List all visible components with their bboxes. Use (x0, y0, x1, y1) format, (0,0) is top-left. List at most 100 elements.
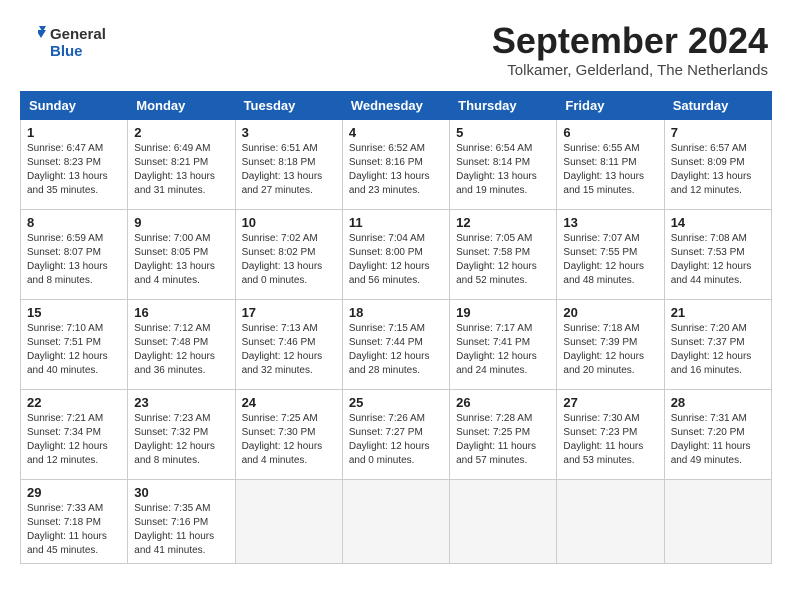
day-info: Sunrise: 7:07 AMSunset: 7:55 PMDaylight:… (563, 232, 657, 288)
day-number: 23 (134, 395, 228, 410)
day-info: Sunrise: 7:12 AMSunset: 7:48 PMDaylight:… (134, 322, 228, 378)
day-number: 30 (134, 485, 228, 500)
table-row (235, 480, 342, 564)
day-info: Sunrise: 7:25 AMSunset: 7:30 PMDaylight:… (242, 412, 336, 468)
day-info: Sunrise: 7:04 AMSunset: 8:00 PMDaylight:… (349, 232, 443, 288)
day-info: Sunrise: 7:35 AMSunset: 7:16 PMDaylight:… (134, 502, 228, 558)
day-info: Sunrise: 7:28 AMSunset: 7:25 PMDaylight:… (456, 412, 550, 468)
header-wednesday: Wednesday (342, 92, 449, 120)
table-row: 19 Sunrise: 7:17 AMSunset: 7:41 PMDayligh… (450, 300, 557, 390)
table-row (342, 480, 449, 564)
day-number: 8 (27, 215, 121, 230)
day-info: Sunrise: 7:30 AMSunset: 7:23 PMDaylight:… (563, 412, 657, 468)
calendar-week-row: 29Sunrise: 7:33 AMSunset: 7:18 PMDayligh… (21, 480, 772, 564)
day-info: Sunrise: 6:55 AMSunset: 8:11 PMDaylight:… (563, 142, 657, 198)
table-row: 24 Sunrise: 7:25 AMSunset: 7:30 PMDayligh… (235, 390, 342, 480)
day-number: 29 (27, 485, 121, 500)
table-row (664, 480, 771, 564)
day-info: Sunrise: 6:47 AMSunset: 8:23 PMDaylight:… (27, 142, 121, 198)
day-number: 22 (27, 395, 121, 410)
table-row: 15Sunrise: 7:10 AMSunset: 7:51 PMDayligh… (21, 300, 128, 390)
day-info: Sunrise: 7:26 AMSunset: 7:27 PMDaylight:… (349, 412, 443, 468)
day-info: Sunrise: 7:15 AMSunset: 7:44 PMDaylight:… (349, 322, 443, 378)
table-row: 30 Sunrise: 7:35 AMSunset: 7:16 PMDayligh… (128, 480, 235, 564)
day-number: 18 (349, 305, 443, 320)
table-row: 20Sunrise: 7:18 AMSunset: 7:39 PMDayligh… (557, 300, 664, 390)
day-number: 27 (563, 395, 657, 410)
calendar-week-row: 15Sunrise: 7:10 AMSunset: 7:51 PMDayligh… (21, 300, 772, 390)
logo-container: General Blue (24, 24, 106, 62)
table-row: 8 Sunrise: 6:59 AMSunset: 8:07 PMDaylight… (21, 210, 128, 300)
header-monday: Monday (128, 92, 235, 120)
header-sunday: Sunday (21, 92, 128, 120)
day-info: Sunrise: 7:21 AMSunset: 7:34 PMDaylight:… (27, 412, 121, 468)
table-row (450, 480, 557, 564)
calendar-week-row: 1Sunrise: 6:47 AMSunset: 8:23 PMDaylight… (21, 120, 772, 210)
day-number: 6 (563, 125, 657, 140)
day-info: Sunrise: 6:59 AMSunset: 8:07 PMDaylight:… (27, 232, 121, 288)
day-number: 3 (242, 125, 336, 140)
day-info: Sunrise: 6:51 AMSunset: 8:18 PMDaylight:… (242, 142, 336, 198)
table-row: 2Sunrise: 6:49 AMSunset: 8:21 PMDaylight… (128, 120, 235, 210)
day-info: Sunrise: 7:31 AMSunset: 7:20 PMDaylight:… (671, 412, 765, 468)
table-row: 29Sunrise: 7:33 AMSunset: 7:18 PMDayligh… (21, 480, 128, 564)
table-row: 23 Sunrise: 7:23 AMSunset: 7:32 PMDayligh… (128, 390, 235, 480)
day-number: 24 (242, 395, 336, 410)
day-info: Sunrise: 7:00 AMSunset: 8:05 PMDaylight:… (134, 232, 228, 288)
header-tuesday: Tuesday (235, 92, 342, 120)
calendar-table: Sunday Monday Tuesday Wednesday Thursday… (20, 91, 772, 564)
day-info: Sunrise: 7:17 AMSunset: 7:41 PMDaylight:… (456, 322, 550, 378)
day-number: 16 (134, 305, 228, 320)
day-number: 15 (27, 305, 121, 320)
table-row: 27 Sunrise: 7:30 AMSunset: 7:23 PMDayligh… (557, 390, 664, 480)
day-number: 28 (671, 395, 765, 410)
page-header: General Blue September 2024 Tolkamer, Ge… (20, 20, 772, 79)
table-row: 21Sunrise: 7:20 AMSunset: 7:37 PMDayligh… (664, 300, 771, 390)
day-number: 9 (134, 215, 228, 230)
day-info: Sunrise: 7:18 AMSunset: 7:39 PMDaylight:… (563, 322, 657, 378)
day-number: 5 (456, 125, 550, 140)
day-info: Sunrise: 6:52 AMSunset: 8:16 PMDaylight:… (349, 142, 443, 198)
table-row: 18 Sunrise: 7:15 AMSunset: 7:44 PMDayligh… (342, 300, 449, 390)
table-row: 9 Sunrise: 7:00 AMSunset: 8:05 PMDaylight… (128, 210, 235, 300)
day-number: 13 (563, 215, 657, 230)
table-row: 7Sunrise: 6:57 AMSunset: 8:09 PMDaylight… (664, 120, 771, 210)
header-thursday: Thursday (450, 92, 557, 120)
day-number: 14 (671, 215, 765, 230)
title-section: September 2024 Tolkamer, Gelderland, The… (492, 20, 768, 79)
day-info: Sunrise: 7:20 AMSunset: 7:37 PMDaylight:… (671, 322, 765, 378)
day-number: 4 (349, 125, 443, 140)
calendar-week-row: 8 Sunrise: 6:59 AMSunset: 8:07 PMDaylight… (21, 210, 772, 300)
calendar-header-row: Sunday Monday Tuesday Wednesday Thursday… (21, 92, 772, 120)
day-info: Sunrise: 7:23 AMSunset: 7:32 PMDaylight:… (134, 412, 228, 468)
day-number: 2 (134, 125, 228, 140)
logo: General Blue (24, 20, 106, 62)
table-row: 22 Sunrise: 7:21 AMSunset: 7:34 PMDayligh… (21, 390, 128, 480)
day-number: 25 (349, 395, 443, 410)
day-number: 26 (456, 395, 550, 410)
calendar-week-row: 22 Sunrise: 7:21 AMSunset: 7:34 PMDayligh… (21, 390, 772, 480)
table-row: 16 Sunrise: 7:12 AMSunset: 7:48 PMDayligh… (128, 300, 235, 390)
day-info: Sunrise: 7:08 AMSunset: 7:53 PMDaylight:… (671, 232, 765, 288)
table-row: 25 Sunrise: 7:26 AMSunset: 7:27 PMDayligh… (342, 390, 449, 480)
logo-general-text: General (50, 26, 106, 43)
table-row: 12 Sunrise: 7:05 AMSunset: 7:58 PMDayligh… (450, 210, 557, 300)
table-row: 14 Sunrise: 7:08 AMSunset: 7:53 PMDayligh… (664, 210, 771, 300)
table-row: 4 Sunrise: 6:52 AMSunset: 8:16 PMDaylight… (342, 120, 449, 210)
day-info: Sunrise: 7:05 AMSunset: 7:58 PMDaylight:… (456, 232, 550, 288)
table-row: 28 Sunrise: 7:31 AMSunset: 7:20 PMDayligh… (664, 390, 771, 480)
day-number: 10 (242, 215, 336, 230)
table-row: 5Sunrise: 6:54 AMSunset: 8:14 PMDaylight… (450, 120, 557, 210)
day-info: Sunrise: 7:02 AMSunset: 8:02 PMDaylight:… (242, 232, 336, 288)
day-number: 12 (456, 215, 550, 230)
day-info: Sunrise: 7:13 AMSunset: 7:46 PMDaylight:… (242, 322, 336, 378)
header-saturday: Saturday (664, 92, 771, 120)
logo-blue-text: Blue (50, 43, 106, 60)
day-number: 17 (242, 305, 336, 320)
table-row: 13 Sunrise: 7:07 AMSunset: 7:55 PMDayligh… (557, 210, 664, 300)
table-row: 1Sunrise: 6:47 AMSunset: 8:23 PMDaylight… (21, 120, 128, 210)
month-title: September 2024 (492, 20, 768, 62)
day-number: 7 (671, 125, 765, 140)
day-number: 19 (456, 305, 550, 320)
table-row: 11Sunrise: 7:04 AMSunset: 8:00 PMDayligh… (342, 210, 449, 300)
